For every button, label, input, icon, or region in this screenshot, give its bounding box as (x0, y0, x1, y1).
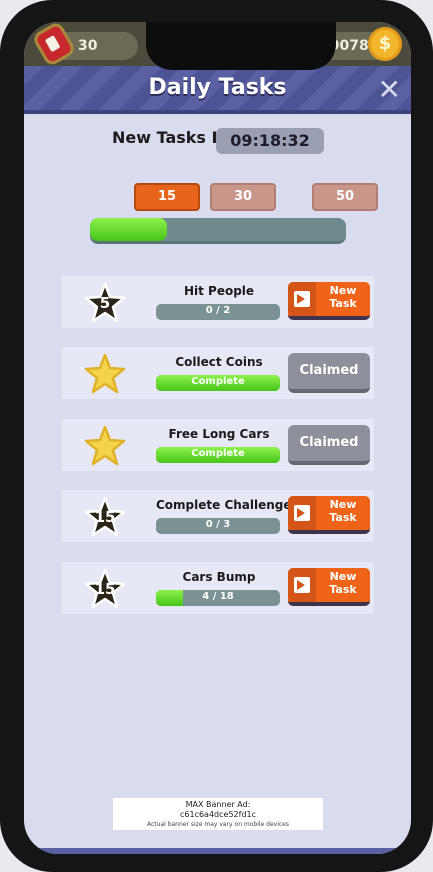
task-row: Collect Coins Complete Claimed (62, 347, 374, 399)
task-row: 15 Complete Challenges 0 / 3 New Task (62, 490, 374, 542)
page-title: Daily Tasks (148, 75, 287, 100)
ad-title: MAX Banner Ad: (185, 800, 251, 809)
reward-star-icon: 5 (84, 282, 126, 324)
footer-strip (24, 848, 411, 854)
overall-progress-bar (90, 218, 346, 244)
task-title: Hit People (183, 284, 255, 298)
close-button[interactable]: ✕ (378, 73, 401, 106)
gems-counter[interactable]: 30 (31, 22, 138, 68)
new-task-button[interactable]: New Task (288, 282, 370, 320)
milestone-15: 15 (134, 183, 200, 211)
task-progress-text: 0 / 3 (205, 519, 231, 530)
task-row: Free Long Cars Complete Claimed (62, 419, 374, 471)
task-progress-bar: Complete (156, 375, 280, 391)
reward-value: 15 (94, 580, 116, 598)
task-progress-text: Complete (191, 448, 245, 459)
header-bar: Daily Tasks ✕ (24, 66, 411, 114)
coin-icon: $ (368, 27, 402, 61)
milestone-50: 50 (312, 183, 378, 211)
task-progress-text: 4 / 18 (202, 591, 234, 602)
task-title: Cars Bump (182, 570, 256, 584)
task-title: Free Long Cars (168, 427, 270, 441)
new-task-button[interactable]: New Task (288, 568, 370, 606)
task-progress-text: 0 / 2 (205, 305, 231, 316)
task-title: Complete Challenges (156, 498, 299, 512)
new-task-label: New Task (329, 570, 357, 596)
reward-star-icon: 15 (84, 568, 126, 610)
milestone-30: 30 (210, 183, 276, 211)
ad-id: c61c6a4dce52fd1c (179, 810, 257, 819)
reward-star-icon (84, 425, 126, 467)
video-play-icon (294, 291, 310, 307)
new-tasks-label: New Tasks In (112, 128, 229, 147)
claimed-button[interactable]: Claimed (288, 425, 370, 465)
video-icon-area (288, 568, 316, 602)
video-play-icon (294, 505, 310, 521)
reward-star-icon (84, 353, 126, 395)
task-progress-bar: 0 / 3 (156, 518, 280, 534)
ad-note: Actual banner size may vary on mobile de… (146, 821, 289, 828)
task-row: 15 Cars Bump 4 / 18 New Task (62, 562, 374, 614)
reward-value: 15 (94, 508, 116, 526)
gem-icon (31, 22, 77, 68)
new-task-label: New Task (329, 284, 357, 310)
reward-star-icon: 15 (84, 496, 126, 538)
video-icon-area (288, 496, 316, 530)
overall-progress-fill (90, 218, 167, 241)
video-play-icon (294, 577, 310, 593)
new-task-label: New Task (329, 498, 357, 524)
game-screen: 30 19078 $ Daily Tasks ✕ New Tasks In 09… (24, 22, 411, 854)
reward-value: 5 (99, 294, 111, 312)
task-row: 5 Hit People 0 / 2 New Task (62, 276, 374, 328)
countdown-timer: 09:18:32 (216, 128, 324, 154)
task-progress-bar: 4 / 18 (156, 590, 280, 606)
phone-frame: 30 19078 $ Daily Tasks ✕ New Tasks In 09… (0, 0, 433, 872)
task-title: Collect Coins (175, 355, 263, 369)
task-progress-bar: 0 / 2 (156, 304, 280, 320)
task-progress-bar: Complete (156, 447, 280, 463)
new-task-button[interactable]: New Task (288, 496, 370, 534)
task-progress-text: Complete (191, 376, 245, 387)
video-icon-area (288, 282, 316, 316)
claimed-button[interactable]: Claimed (288, 353, 370, 393)
gems-value: 30 (78, 38, 98, 54)
banner-ad[interactable]: MAX Banner Ad: c61c6a4dce52fd1c Actual b… (113, 798, 323, 830)
phone-notch (146, 22, 336, 70)
